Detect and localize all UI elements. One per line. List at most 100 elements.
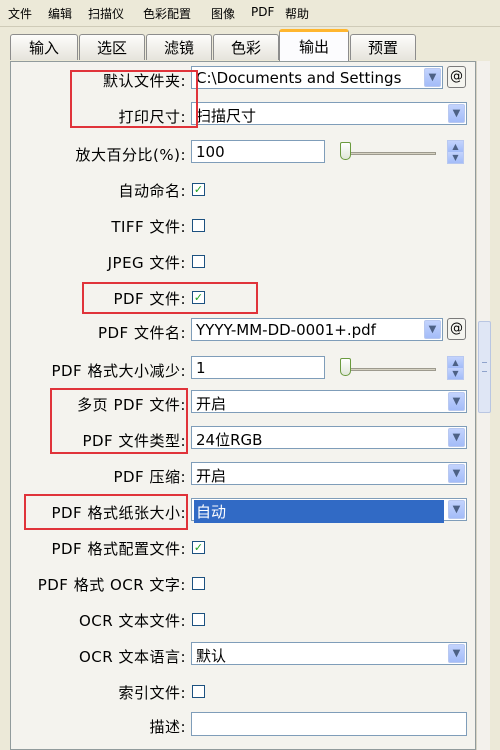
jpeg-file-label: JPEG 文件: <box>107 254 186 272</box>
tab-color[interactable]: 色彩 <box>213 34 279 60</box>
pdf-config-file-checkbox[interactable]: ✓ <box>192 541 205 554</box>
print-size-value: 扫描尺寸 <box>196 107 257 125</box>
print-size-select[interactable]: 扫描尺寸 ▼ <box>191 102 467 125</box>
print-size-label: 打印尺寸: <box>118 108 186 126</box>
auto-name-label: 自动命名: <box>118 182 186 200</box>
row-print-size: 打印尺寸: 扫描尺寸 ▼ <box>10 98 490 134</box>
chevron-down-icon[interactable]: ▼ <box>448 464 465 483</box>
pdf-size-reduce-input[interactable]: 1 <box>191 356 325 379</box>
default-folder-value: C:\Documents and Settings <box>196 69 402 87</box>
multipage-pdf-label: 多页 PDF 文件: <box>77 396 186 414</box>
menu-image[interactable]: 图像 <box>211 5 235 22</box>
tab-filter[interactable]: 滤镜 <box>146 34 212 60</box>
menu-bar: 文件 编辑 扫描仪 色彩配置 图像 PDF 帮助 <box>0 0 500 27</box>
slider-handle[interactable] <box>340 358 351 376</box>
zoom-percent-spinner[interactable]: ▲ ▼ <box>447 140 464 164</box>
tab-preset[interactable]: 预置 <box>350 34 416 60</box>
menu-file[interactable]: 文件 <box>8 5 32 22</box>
menu-scanner[interactable]: 扫描仪 <box>88 5 124 22</box>
pdf-size-reduce-spinner[interactable]: ▲ ▼ <box>447 356 464 380</box>
row-zoom-percent: 放大百分比(%): 100 ▲ ▼ <box>10 136 490 172</box>
checkmark-icon: ✓ <box>193 291 204 304</box>
row-index-file: 索引文件: <box>10 674 490 710</box>
pdf-size-reduce-slider[interactable] <box>338 356 438 382</box>
chevron-down-icon[interactable]: ▼ <box>448 392 465 411</box>
menu-edit[interactable]: 编辑 <box>48 5 72 22</box>
slider-track <box>344 152 436 155</box>
zoom-percent-input[interactable]: 100 <box>191 140 325 163</box>
pdf-size-reduce-value: 1 <box>196 359 206 377</box>
tab-strip: 输入 选区 滤镜 色彩 输出 预置 <box>0 26 500 62</box>
pdf-ocr-text-label: PDF 格式 OCR 文字: <box>37 576 186 594</box>
chevron-down-icon[interactable]: ▼ <box>448 500 465 519</box>
menu-pdf[interactable]: PDF <box>251 5 274 19</box>
tab-selection[interactable]: 选区 <box>79 34 145 60</box>
index-file-label: 索引文件: <box>118 684 186 702</box>
pdf-compress-value: 开启 <box>196 467 227 485</box>
row-pdf-config-file: PDF 格式配置文件: ✓ <box>10 530 490 566</box>
pdf-paper-size-value: 自动 <box>194 500 444 523</box>
row-ocr-text-lang: OCR 文本语言: 默认 ▼ <box>10 638 490 674</box>
index-file-checkbox[interactable] <box>192 685 205 698</box>
browse-folder-button[interactable]: @ <box>447 66 466 88</box>
row-tiff-file: TIFF 文件: <box>10 208 490 244</box>
pdf-paper-size-select[interactable]: 自动 ▼ <box>191 498 467 523</box>
pdf-filename-value: YYYY-MM-DD-0001+.pdf <box>196 321 376 339</box>
pdf-file-label: PDF 文件: <box>113 290 186 308</box>
checkmark-icon: ✓ <box>193 541 204 554</box>
filename-token-button[interactable]: @ <box>447 318 466 340</box>
pdf-filename-combo[interactable]: YYYY-MM-DD-0001+.pdf ▼ <box>191 318 443 341</box>
description-label: 描述: <box>149 718 186 736</box>
row-default-folder: 默认文件夹: C:\Documents and Settings ▼ @ <box>10 62 490 98</box>
chevron-down-icon[interactable]: ▼ <box>448 644 465 663</box>
pdf-size-reduce-label: PDF 格式大小减少: <box>51 362 186 380</box>
multipage-pdf-select[interactable]: 开启 ▼ <box>191 390 467 413</box>
row-pdf-size-reduce: PDF 格式大小减少: 1 ▲ ▼ <box>10 352 490 388</box>
row-jpeg-file: JPEG 文件: <box>10 244 490 280</box>
ocr-text-lang-value: 默认 <box>196 647 227 665</box>
chevron-down-icon[interactable]: ▼ <box>424 320 441 339</box>
default-folder-combo[interactable]: C:\Documents and Settings ▼ <box>191 66 443 89</box>
slider-handle[interactable] <box>340 142 351 160</box>
spin-down-icon[interactable]: ▼ <box>448 152 463 163</box>
zoom-percent-value: 100 <box>196 143 225 161</box>
ocr-text-lang-select[interactable]: 默认 ▼ <box>191 642 467 665</box>
pdf-file-type-select[interactable]: 24位RGB ▼ <box>191 426 467 449</box>
menu-color-profile[interactable]: 色彩配置 <box>143 5 191 22</box>
tab-input[interactable]: 输入 <box>10 34 78 60</box>
pdf-paper-size-label: PDF 格式纸张大小: <box>51 504 186 522</box>
chevron-down-icon[interactable]: ▼ <box>448 104 465 123</box>
auto-name-checkbox[interactable]: ✓ <box>192 183 205 196</box>
spin-up-icon[interactable]: ▲ <box>448 141 463 152</box>
zoom-percent-slider[interactable] <box>338 140 438 166</box>
multipage-pdf-value: 开启 <box>196 395 227 413</box>
ocr-text-lang-label: OCR 文本语言: <box>78 648 186 666</box>
row-pdf-compress: PDF 压缩: 开启 ▼ <box>10 458 490 494</box>
ocr-text-file-label: OCR 文本文件: <box>78 612 186 630</box>
chevron-down-icon[interactable]: ▼ <box>448 428 465 447</box>
slider-track <box>344 368 436 371</box>
row-description: 描述: <box>10 708 490 744</box>
chevron-down-icon[interactable]: ▼ <box>424 68 441 87</box>
pdf-compress-select[interactable]: 开启 ▼ <box>191 462 467 485</box>
pdf-filename-label: PDF 文件名: <box>97 324 186 342</box>
menu-help[interactable]: 帮助 <box>285 5 309 22</box>
description-input[interactable] <box>191 712 467 736</box>
row-pdf-file-type: PDF 文件类型: 24位RGB ▼ <box>10 422 490 458</box>
row-pdf-filename: PDF 文件名: YYYY-MM-DD-0001+.pdf ▼ @ <box>10 314 490 350</box>
row-multipage-pdf: 多页 PDF 文件: 开启 ▼ <box>10 386 490 422</box>
zoom-percent-label: 放大百分比(%): <box>75 146 186 164</box>
spin-down-icon[interactable]: ▼ <box>448 368 463 379</box>
pdf-ocr-text-checkbox[interactable] <box>192 577 205 590</box>
tiff-file-label: TIFF 文件: <box>111 218 186 236</box>
row-ocr-text-file: OCR 文本文件: <box>10 602 490 638</box>
pdf-compress-label: PDF 压缩: <box>113 468 186 486</box>
tab-output[interactable]: 输出 <box>279 29 349 61</box>
pdf-file-checkbox[interactable]: ✓ <box>192 291 205 304</box>
pdf-file-type-value: 24位RGB <box>196 431 263 449</box>
row-pdf-paper-size: PDF 格式纸张大小: 自动 ▼ <box>10 494 490 530</box>
ocr-text-file-checkbox[interactable] <box>192 613 205 626</box>
jpeg-file-checkbox[interactable] <box>192 255 205 268</box>
spin-up-icon[interactable]: ▲ <box>448 357 463 368</box>
tiff-file-checkbox[interactable] <box>192 219 205 232</box>
